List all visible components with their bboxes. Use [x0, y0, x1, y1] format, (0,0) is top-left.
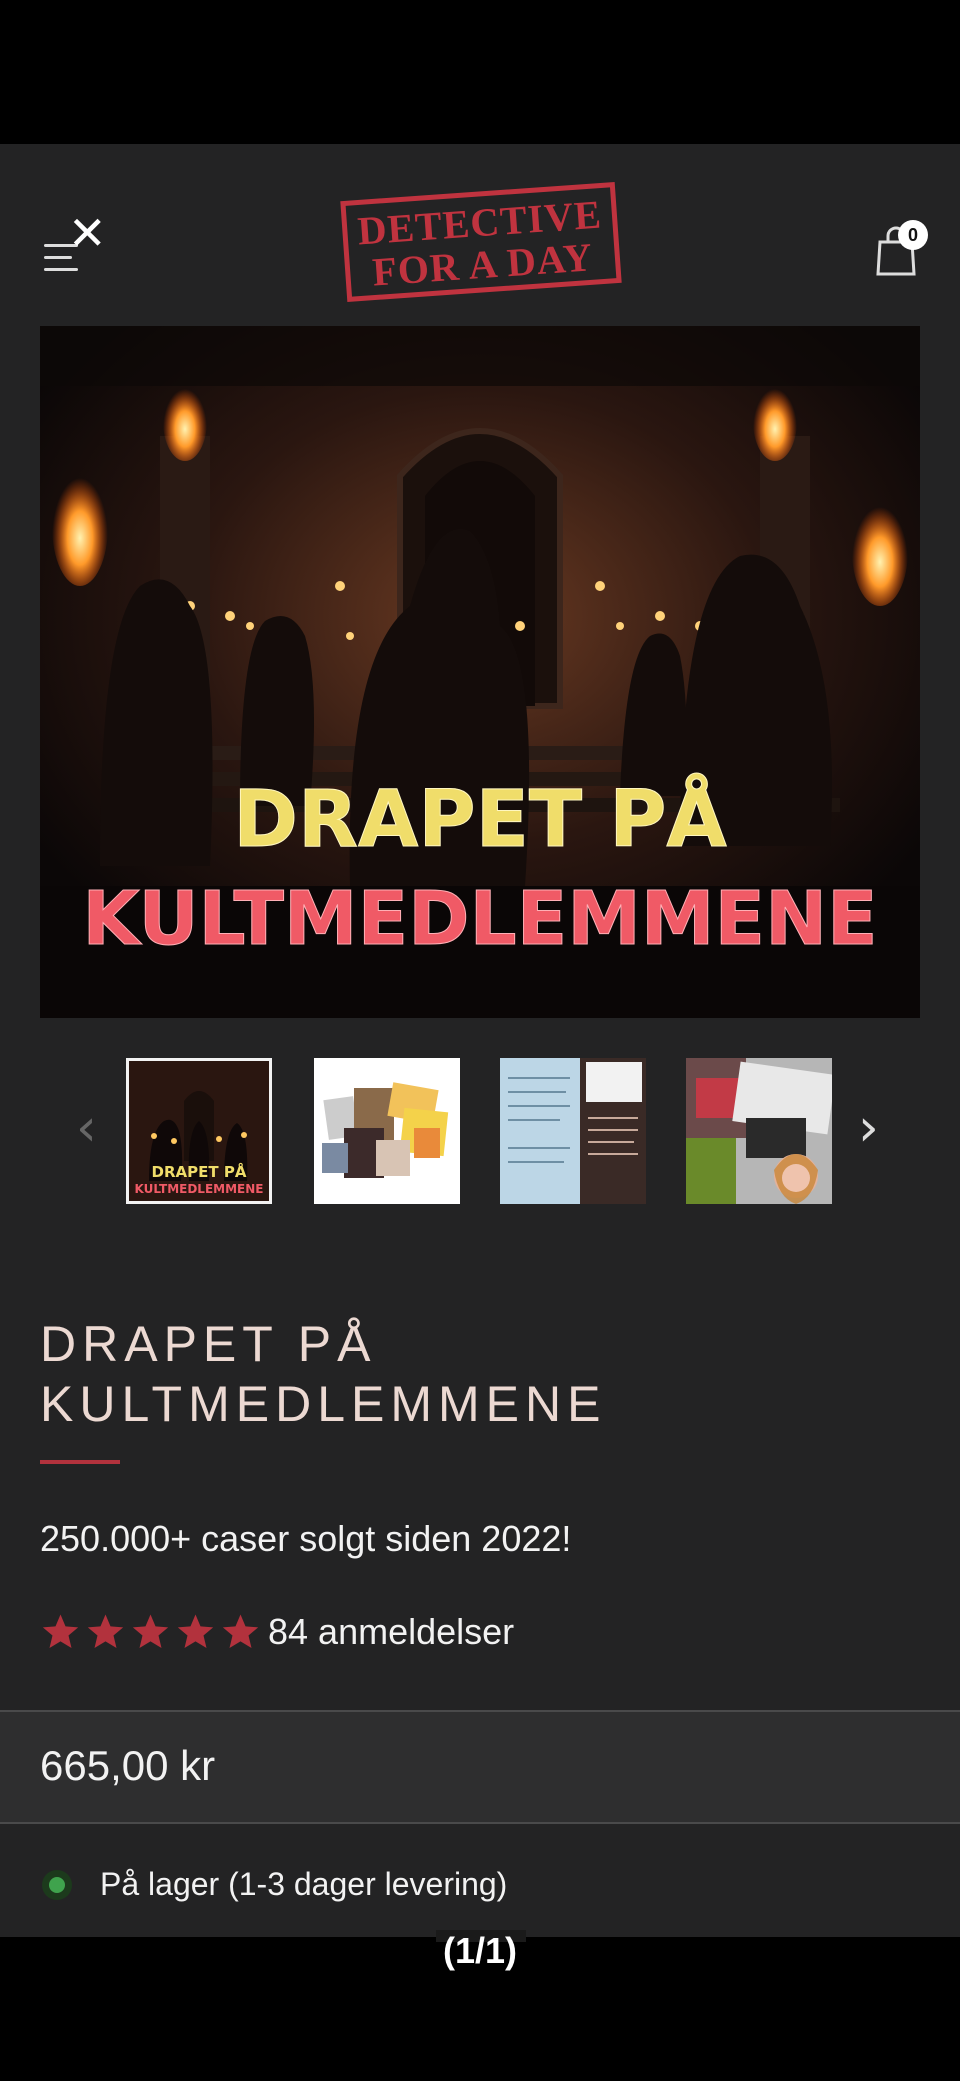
thumbnail-cover[interactable]: DRAPET PÅ KULTMEDLEMMENE: [126, 1058, 272, 1204]
product-price: 665,00 kr: [40, 1742, 216, 1789]
menu-line: [44, 268, 78, 271]
status-bar-area: [0, 0, 960, 144]
hero-title-line-2: KULTMEDLEMMENE: [82, 876, 877, 962]
store-logo[interactable]: DETECTIVE FOR A DAY: [338, 180, 624, 304]
thumbnail-case-contents[interactable]: [314, 1058, 460, 1204]
sales-tagline: 250.000+ caser solgt siden 2022!: [40, 1518, 572, 1559]
reviews-link[interactable]: 84 anmeldelser: [268, 1610, 514, 1654]
thumbnail-case-photos[interactable]: [686, 1058, 832, 1204]
star-icon: [87, 1614, 124, 1648]
stock-status: På lager (1-3 dager levering): [100, 1866, 508, 1902]
thumb-title-line-2: KULTMEDLEMMENE: [135, 1182, 264, 1196]
thumbnail-documents-image: [500, 1058, 646, 1204]
thumbnail-cover-image: DRAPET PÅ KULTMEDLEMMENE: [129, 1061, 269, 1201]
thumbnail-case-documents[interactable]: [500, 1058, 646, 1204]
price-bar: 665,00 kr: [0, 1710, 960, 1824]
thumbnail-contents-image: [314, 1058, 460, 1204]
title-divider: [40, 1460, 120, 1464]
chevron-left-icon[interactable]: ‹: [76, 1098, 97, 1158]
in-stock-indicator-icon: [42, 1870, 72, 1900]
star-icon: [132, 1614, 169, 1648]
thumbnail-photos-image: [686, 1058, 832, 1204]
image-thumbnails: ‹ DRAPET PÅ KULTMEDLEMMENE ›: [0, 1058, 960, 1208]
star-icon: [177, 1614, 214, 1648]
menu-close-icon[interactable]: ✕: [38, 210, 108, 276]
star-icon: [222, 1614, 259, 1648]
hero-title-line-1: DRAPET PÅ: [233, 773, 727, 865]
thumb-title-line-1: DRAPET PÅ: [152, 1162, 247, 1181]
product-page: ✕ DETECTIVE FOR A DAY 0 DRAPET PÅ KULTME…: [0, 144, 960, 1937]
chevron-right-icon[interactable]: ›: [858, 1098, 879, 1158]
close-icon[interactable]: ✕: [68, 210, 107, 256]
star-icon: [42, 1614, 79, 1648]
cart-button[interactable]: 0: [874, 220, 928, 278]
product-title: DRAPET PÅ KULTMEDLEMMENE: [40, 1316, 607, 1432]
rating-stars[interactable]: [38, 1610, 263, 1654]
cult-ritual-image: DRAPET PÅ KULTMEDLEMMENE: [40, 326, 920, 1018]
product-main-image[interactable]: DRAPET PÅ KULTMEDLEMMENE: [40, 326, 920, 1018]
cart-count-badge: 0: [898, 220, 928, 250]
page-indicator: (1/1): [442, 1930, 518, 1971]
